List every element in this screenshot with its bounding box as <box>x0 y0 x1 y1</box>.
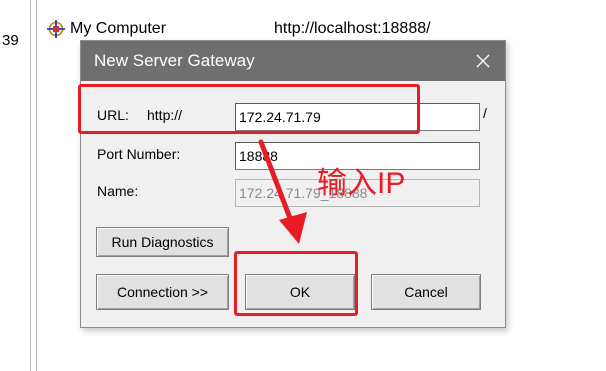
url-highlight-box <box>78 84 420 134</box>
dialog-title: New Server Gateway <box>94 51 255 70</box>
column-divider <box>30 0 31 371</box>
close-icon <box>476 54 490 68</box>
close-button[interactable] <box>461 41 505 81</box>
network-computer-icon <box>47 20 65 38</box>
truncated-text: 39 <box>2 32 19 49</box>
tree-item-my-computer[interactable]: My Computer <box>46 18 166 40</box>
connection-button[interactable]: Connection >> <box>96 274 229 310</box>
port-number-label: Port Number: <box>97 146 181 162</box>
server-url-text: http://localhost:18888/ <box>274 20 431 37</box>
annotation-label: 输入IP <box>317 167 406 200</box>
ok-highlight-box <box>234 251 358 316</box>
run-diagnostics-button[interactable]: Run Diagnostics <box>96 227 229 257</box>
name-label: Name: <box>97 183 139 199</box>
dialog-titlebar[interactable]: New Server Gateway <box>81 41 505 81</box>
tree-item-label: My Computer <box>70 20 167 37</box>
cancel-button[interactable]: Cancel <box>371 274 481 310</box>
column-divider <box>36 0 37 371</box>
annotation-arrow-icon <box>258 139 307 244</box>
url-suffix: / <box>483 105 487 121</box>
